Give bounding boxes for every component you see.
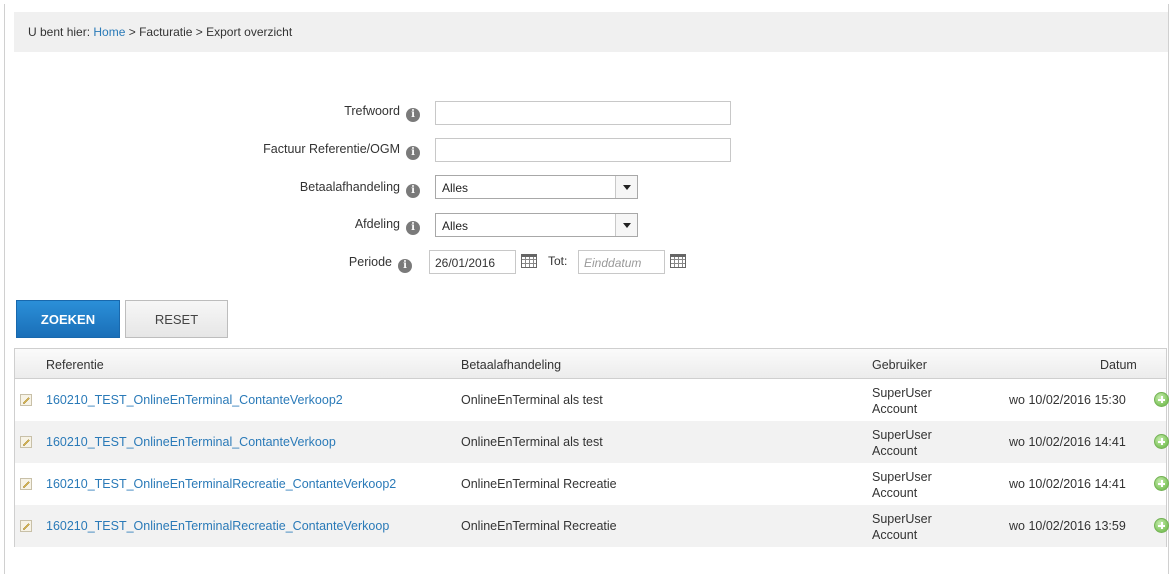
betaalafhandeling-cell: OnlineEnTerminal als test <box>461 435 603 449</box>
breadcrumb-home-link[interactable]: Home <box>93 25 125 39</box>
factuur-referentie-label: Factuur Referentie/OGM i <box>263 142 420 160</box>
trefwoord-label: Trefwoord i <box>344 104 420 122</box>
info-icon[interactable]: i <box>406 108 420 122</box>
betaalafhandeling-cell: OnlineEnTerminal Recreatie <box>461 519 617 533</box>
table-row: 160210_TEST_OnlineEnTerminal_ContanteVer… <box>15 379 1169 421</box>
expand-plus-icon[interactable] <box>1154 392 1169 407</box>
betaalafhandeling-row: Betaalafhandeling i <box>150 180 420 208</box>
betaalafhandeling-selected-value: Alles <box>442 181 469 195</box>
periode-tot-label: Tot: <box>548 254 568 268</box>
referentie-link[interactable]: 160210_TEST_OnlineEnTerminalRecreatie_Co… <box>46 519 389 533</box>
info-icon[interactable]: i <box>406 146 420 160</box>
table-row: 160210_TEST_OnlineEnTerminalRecreatie_Co… <box>15 505 1169 547</box>
info-icon[interactable]: i <box>398 259 412 273</box>
periode-end-input[interactable]: Einddatum <box>578 250 665 274</box>
betaalafhandeling-label: Betaalafhandeling i <box>300 180 420 198</box>
referentie-link[interactable]: 160210_TEST_OnlineEnTerminal_ContanteVer… <box>46 435 336 449</box>
edit-icon[interactable] <box>20 436 32 448</box>
chevron-down-icon[interactable] <box>615 214 637 236</box>
gebruiker-cell: SuperUser Account <box>872 512 932 542</box>
referentie-link[interactable]: 160210_TEST_OnlineEnTerminal_ContanteVer… <box>46 393 343 407</box>
periode-row: Periode i <box>150 255 412 283</box>
results-table: Referentie Betaalafhandeling Gebruiker D… <box>14 348 1169 547</box>
breadcrumb-separator: > <box>192 25 207 39</box>
trefwoord-row: Trefwoord i <box>150 104 420 132</box>
gebruiker-cell: SuperUser Account <box>872 386 932 416</box>
afdeling-select[interactable]: Alles <box>435 213 638 237</box>
table-row: 160210_TEST_OnlineEnTerminalRecreatie_Co… <box>15 463 1169 505</box>
search-button[interactable]: ZOEKEN <box>16 300 120 338</box>
calendar-icon[interactable] <box>670 254 686 268</box>
column-header-datum[interactable]: Datum <box>1100 358 1137 372</box>
betaalafhandeling-cell: OnlineEnTerminal als test <box>461 393 603 407</box>
datum-cell: wo 10/02/2016 15:30 <box>1009 393 1126 407</box>
factuur-referentie-row: Factuur Referentie/OGM i <box>150 142 420 170</box>
calendar-icon[interactable] <box>521 254 537 268</box>
breadcrumb: U bent hier: Home > Facturatie > Export … <box>14 12 1168 52</box>
breadcrumb-current: Export overzicht <box>206 25 293 39</box>
datum-cell: wo 10/02/2016 14:41 <box>1009 477 1126 491</box>
reset-button[interactable]: RESET <box>125 300 228 338</box>
info-icon[interactable]: i <box>406 184 420 198</box>
expand-plus-icon[interactable] <box>1154 434 1169 449</box>
chevron-down-icon[interactable] <box>615 176 637 198</box>
breadcrumb-separator: > <box>125 25 140 39</box>
factuur-referentie-input[interactable] <box>435 138 731 162</box>
afdeling-label: Afdeling i <box>355 217 420 235</box>
periode-start-input[interactable]: 26/01/2016 <box>429 250 516 274</box>
column-header-gebruiker[interactable]: Gebruiker <box>872 358 927 372</box>
betaalafhandeling-select[interactable]: Alles <box>435 175 638 199</box>
expand-plus-icon[interactable] <box>1154 476 1169 491</box>
expand-plus-icon[interactable] <box>1154 518 1169 533</box>
edit-icon[interactable] <box>20 520 32 532</box>
column-header-referentie[interactable]: Referentie <box>46 358 104 372</box>
info-icon[interactable]: i <box>406 221 420 235</box>
edit-icon[interactable] <box>20 478 32 490</box>
table-row: 160210_TEST_OnlineEnTerminal_ContanteVer… <box>15 421 1169 463</box>
periode-label: Periode i <box>349 255 412 273</box>
datum-cell: wo 10/02/2016 13:59 <box>1009 519 1126 533</box>
edit-icon[interactable] <box>20 394 32 406</box>
afdeling-selected-value: Alles <box>442 219 469 233</box>
column-header-betaalafhandeling[interactable]: Betaalafhandeling <box>461 358 561 372</box>
datum-cell: wo 10/02/2016 14:41 <box>1009 435 1126 449</box>
breadcrumb-prefix: U bent hier: <box>28 25 94 39</box>
trefwoord-input[interactable] <box>435 101 731 125</box>
table-header: Referentie Betaalafhandeling Gebruiker D… <box>15 349 1166 379</box>
referentie-link[interactable]: 160210_TEST_OnlineEnTerminalRecreatie_Co… <box>46 477 396 491</box>
afdeling-row: Afdeling i <box>150 217 420 245</box>
breadcrumb-section: Facturatie <box>139 25 193 39</box>
betaalafhandeling-cell: OnlineEnTerminal Recreatie <box>461 477 617 491</box>
gebruiker-cell: SuperUser Account <box>872 470 932 500</box>
gebruiker-cell: SuperUser Account <box>872 428 932 458</box>
